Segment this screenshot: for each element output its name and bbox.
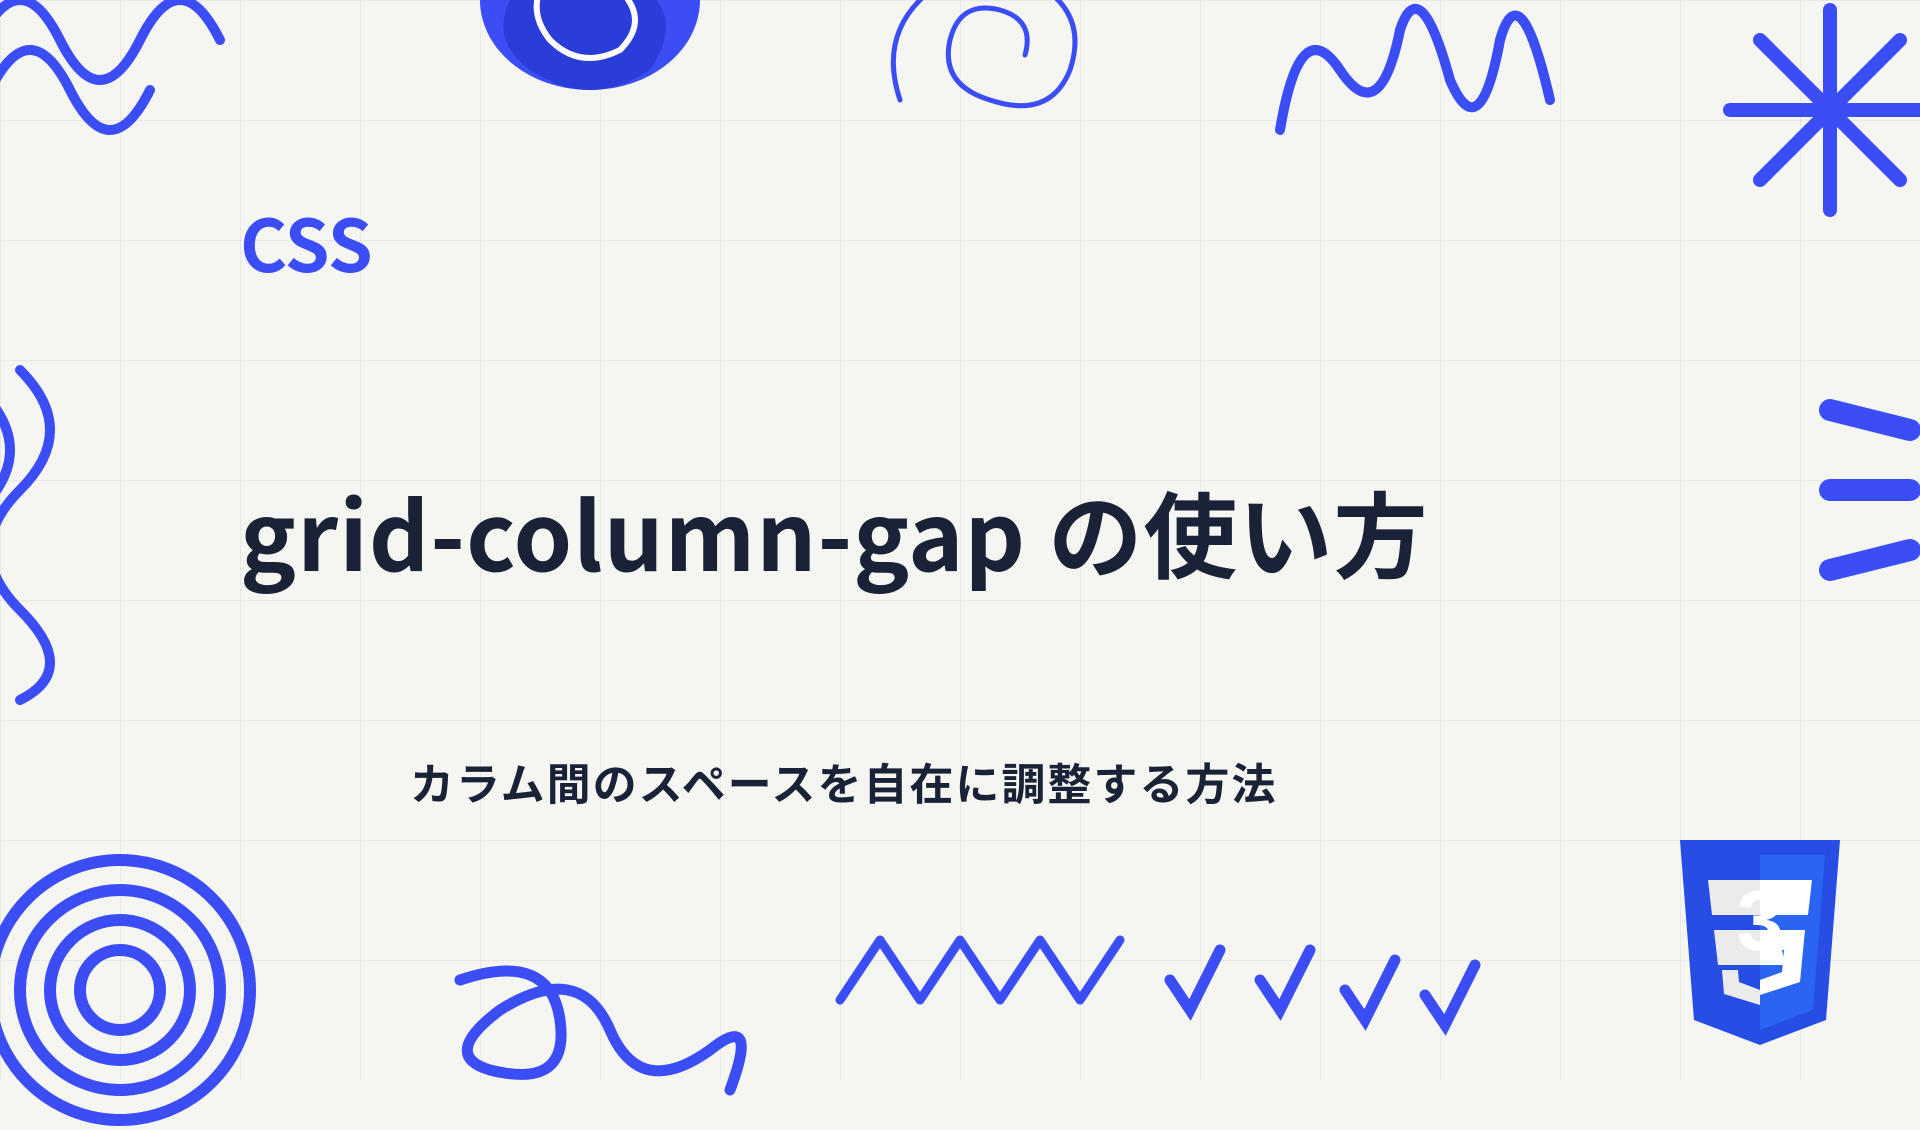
css3-logo-icon: 3 [1660,830,1860,1060]
page-subtitle: カラム間のスペースを自在に調整する方法 [410,749,1800,813]
category-label: CSS [240,188,1800,293]
content-area: CSS grid-column-gap の使い方 カラム間のスペースを自在に調整… [0,0,1920,1080]
page-title: grid-column-gap の使い方 [240,463,1800,599]
css3-badge-text: 3 [1736,874,1783,969]
